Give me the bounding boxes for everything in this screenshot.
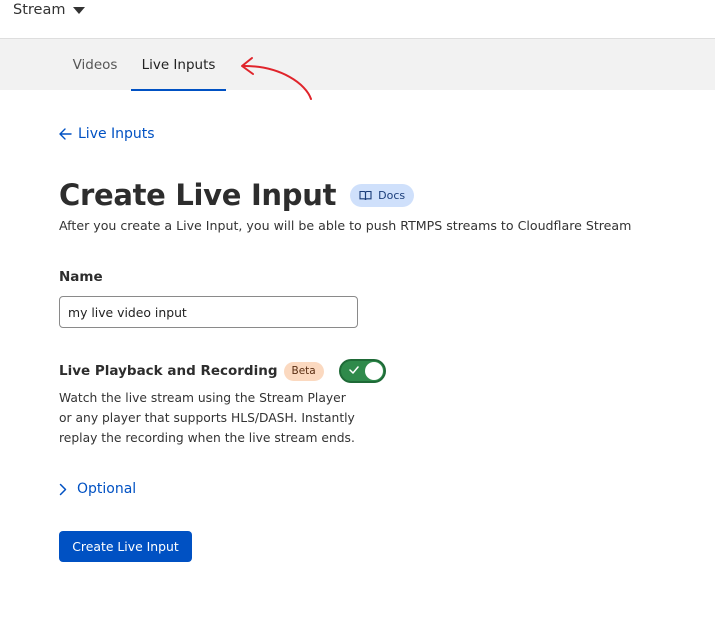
product-switcher[interactable]: Stream bbox=[13, 0, 86, 20]
playback-description: Watch the live stream using the Stream P… bbox=[59, 391, 355, 445]
optional-expander[interactable]: Optional bbox=[59, 479, 136, 499]
product-label: Stream bbox=[13, 2, 66, 18]
back-link-live-inputs[interactable]: Live Inputs bbox=[59, 124, 155, 144]
title-row: Create Live Input Docs bbox=[59, 175, 415, 215]
arrow-left-icon bbox=[59, 128, 72, 140]
caret-down-icon bbox=[73, 7, 86, 14]
tab-bar: Videos Live Inputs bbox=[0, 38, 715, 91]
create-live-input-button[interactable]: Create Live Input bbox=[59, 531, 192, 562]
page-title: Create Live Input bbox=[59, 178, 337, 212]
tab-live-inputs[interactable]: Live Inputs bbox=[131, 39, 226, 91]
chevron-right-icon bbox=[59, 483, 67, 495]
beta-badge: Beta bbox=[283, 361, 324, 381]
playback-toggle[interactable] bbox=[338, 359, 386, 383]
tab-videos-label: Videos bbox=[72, 57, 118, 73]
back-link-label: Live Inputs bbox=[78, 126, 155, 142]
annotation-arrow-icon bbox=[241, 57, 312, 100]
playback-label: Live Playback and Recording bbox=[59, 363, 278, 379]
tab-live-inputs-label: Live Inputs bbox=[141, 57, 216, 73]
check-icon bbox=[348, 366, 359, 374]
docs-label: Docs bbox=[378, 188, 406, 202]
page: Stream Videos Live Inputs Live Inputs Cr… bbox=[0, 0, 715, 625]
book-icon bbox=[359, 190, 372, 200]
name-field-label: Name bbox=[59, 269, 103, 285]
tab-videos[interactable]: Videos bbox=[60, 39, 130, 91]
page-subtitle: After you create a Live Input, you will … bbox=[59, 218, 632, 233]
optional-label: Optional bbox=[77, 481, 137, 497]
playback-row: Live Playback and Recording Beta bbox=[59, 359, 386, 383]
docs-link[interactable]: Docs bbox=[350, 183, 415, 207]
toggle-knob bbox=[364, 362, 383, 380]
name-input[interactable] bbox=[59, 296, 358, 328]
